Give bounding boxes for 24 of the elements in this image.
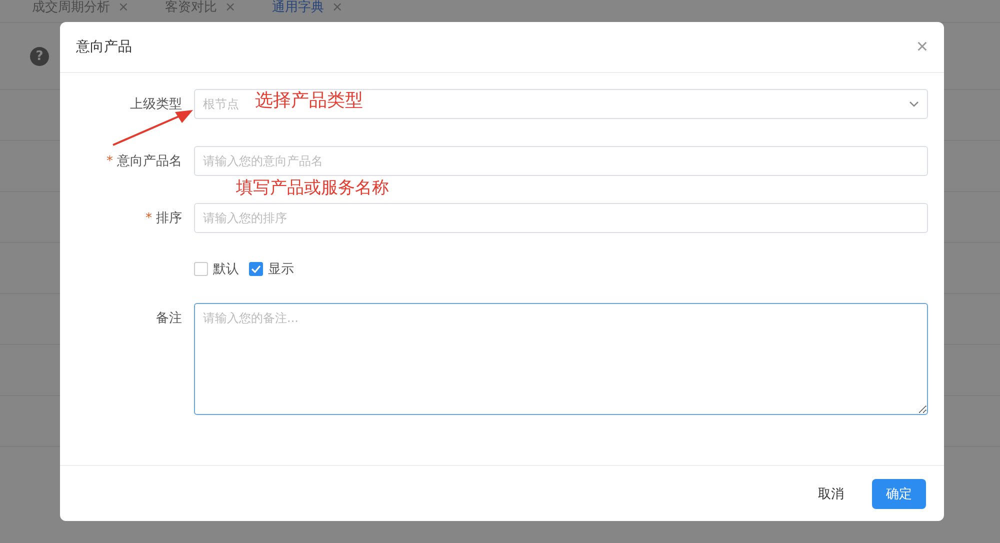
confirm-button[interactable]: 确定 — [872, 478, 926, 508]
checkbox[interactable] — [194, 262, 208, 276]
close-button[interactable]: × — [916, 37, 928, 57]
page-tab[interactable]: 客资对比 × — [164, 0, 250, 22]
input-field[interactable]: 请输入您的意向产品名 — [194, 146, 928, 176]
page-tab[interactable]: 通用字典 × — [272, 0, 357, 22]
dialog-title: 意向产品 — [76, 38, 132, 56]
annotation-text: 选择产品类型 — [255, 89, 363, 112]
input-field[interactable]: 请输入您的排序 — [194, 203, 928, 233]
field-label: 排序 — [156, 211, 182, 226]
textarea-field[interactable]: 请输入您的备注... — [194, 303, 928, 415]
checkbox-label: 默认 — [213, 261, 239, 278]
checkbox[interactable] — [249, 262, 263, 276]
annotation-text: 填写产品或服务名称 — [236, 178, 389, 198]
required-mark: * — [106, 154, 113, 169]
field-label: 备注 — [156, 311, 182, 326]
field-label: 上级类型 — [130, 97, 182, 112]
caret-icon — [909, 101, 919, 107]
field-label: 意向产品名 — [117, 154, 182, 169]
required-mark: * — [146, 211, 152, 226]
help-icon[interactable]: ? — [30, 46, 49, 66]
cancel-button[interactable]: 取消 — [804, 478, 858, 508]
page-tab[interactable]: 成交周期分析 × — [32, 0, 143, 22]
checkbox-label: 显示 — [268, 261, 294, 278]
